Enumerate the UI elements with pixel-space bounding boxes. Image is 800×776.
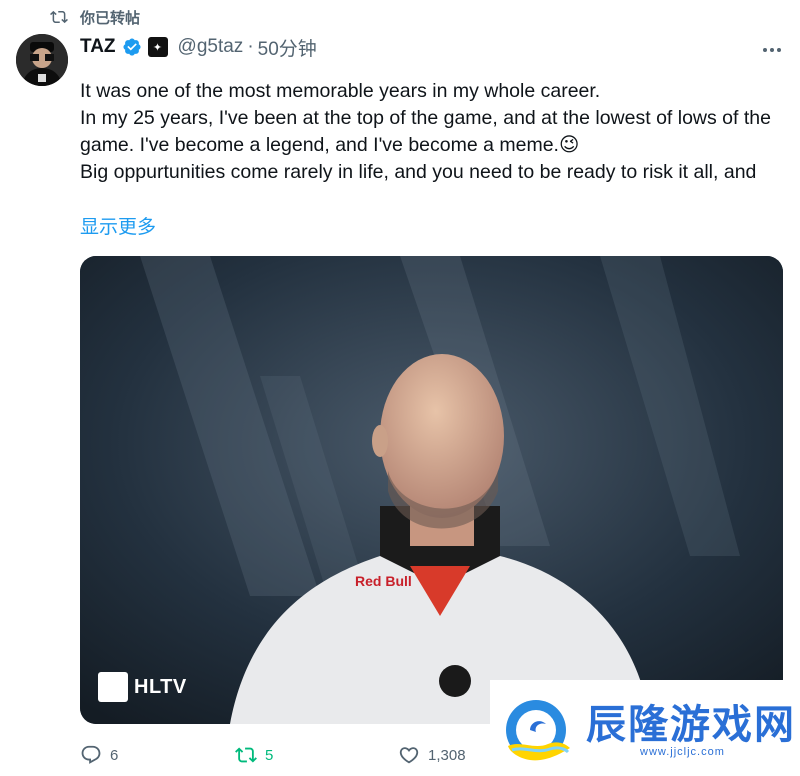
reply-count: 6 — [110, 746, 119, 764]
site-url: www.jjcljc.com — [640, 746, 725, 758]
tweet-text: It was one of the most memorable years i… — [80, 78, 792, 186]
repost-icon — [235, 747, 257, 763]
site-watermark: 辰隆游戏网 www.jjcljc.com — [490, 680, 800, 776]
brand-text: Red Bull — [355, 573, 412, 589]
tweet-line: It was one of the most memorable years i… — [80, 80, 601, 102]
tweet-media-image[interactable]: Red Bull HLTV — [80, 256, 783, 724]
like-count: 1,308 — [428, 746, 466, 764]
tweet-line: In my 25 years, I've been at the top of … — [80, 107, 771, 156]
show-more-link[interactable]: 显示更多 — [80, 212, 156, 239]
avatar[interactable] — [16, 34, 68, 86]
affiliate-badge-icon[interactable]: ✦ — [147, 37, 168, 57]
site-title: 辰隆游戏网 — [586, 702, 796, 748]
verified-badge-icon[interactable] — [122, 37, 142, 57]
heart-icon — [399, 747, 419, 764]
repost-indicator: 你已转帖 — [50, 6, 140, 28]
repost-button[interactable]: 5 — [235, 744, 273, 766]
author-name[interactable]: TAZ — [80, 36, 116, 58]
more-options-icon[interactable] — [760, 40, 784, 60]
author-handle[interactable]: @g5taz — [178, 36, 244, 58]
hltv-logo-icon — [98, 672, 128, 702]
site-logo-icon — [506, 700, 570, 761]
timestamp[interactable]: 50分钟 — [258, 34, 317, 61]
separator-dot: · — [247, 36, 254, 57]
tweet-header: TAZ ✦ @g5taz · 50分钟 — [80, 34, 317, 60]
reply-button[interactable]: 6 — [80, 744, 118, 766]
player-photo: Red Bull — [80, 256, 783, 724]
tweet-line: Big oppurtunities come rarely in life, a… — [80, 161, 757, 183]
repost-icon — [50, 10, 68, 24]
like-button[interactable]: 1,308 — [398, 744, 466, 766]
hltv-watermark: HLTV — [98, 672, 187, 702]
repost-count: 5 — [265, 746, 274, 764]
hltv-logo-text: HLTV — [134, 675, 187, 698]
reply-icon — [81, 745, 101, 764]
repost-label: 你已转帖 — [80, 9, 141, 27]
